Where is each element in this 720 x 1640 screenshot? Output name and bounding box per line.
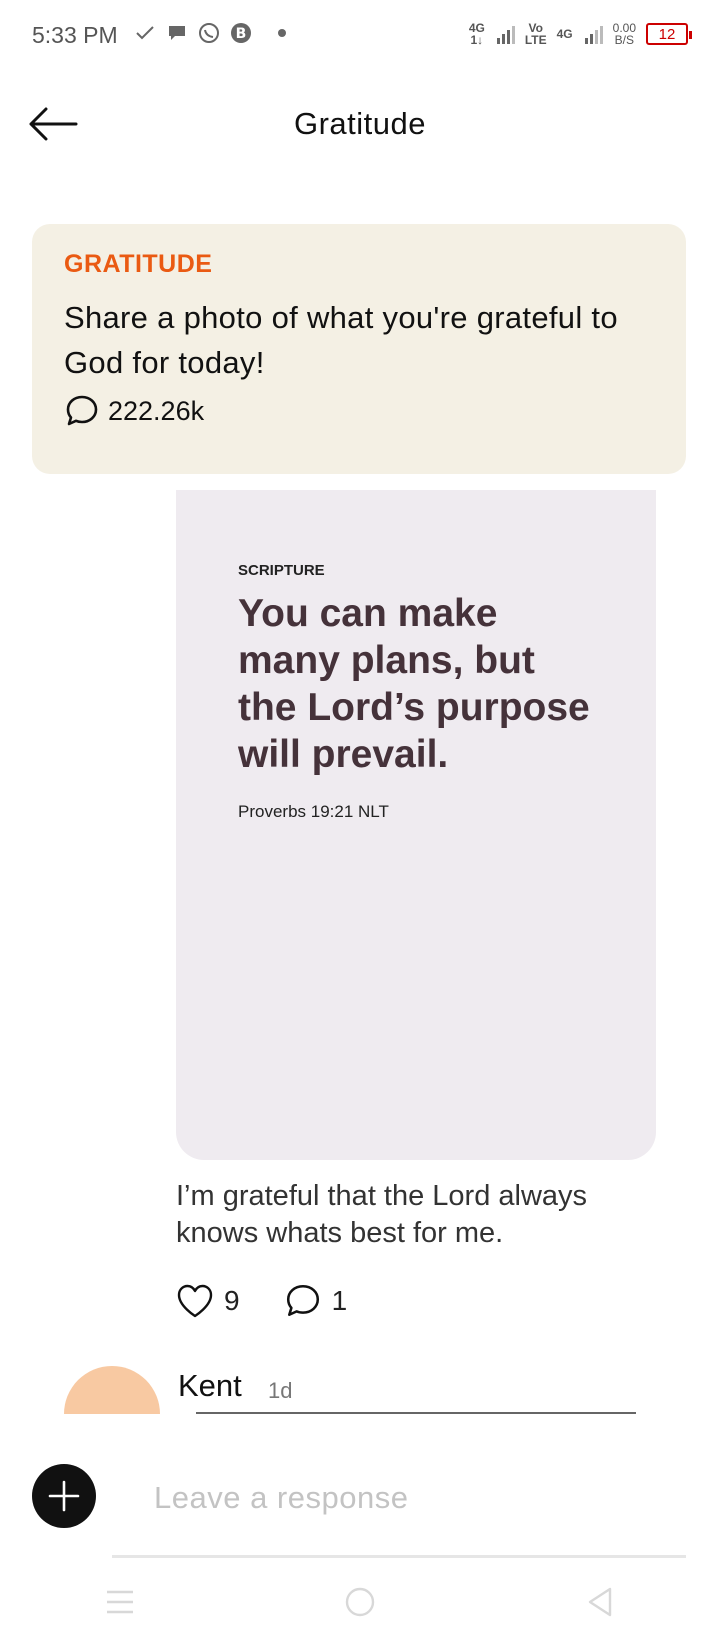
recent-apps-button[interactable] [90, 1582, 150, 1622]
check-icon [134, 22, 156, 44]
next-post-preview[interactable]: K Kent 1d [0, 1366, 720, 1414]
post-actions: 9 1 [176, 1282, 347, 1320]
whatsapp-icon [198, 22, 220, 44]
battery-icon: 12 [646, 23, 692, 45]
volte-indicator: Vo LTE [524, 21, 547, 47]
prompt-response-count: 222.26k [64, 393, 654, 429]
network-speed: 0.00 B/S [612, 21, 636, 47]
comment-icon [66, 395, 98, 426]
prompt-tag: GRATITUDE [64, 250, 213, 278]
response-count: 222.26k [108, 395, 205, 426]
post-caption: I’m grateful that the Lord always knows … [176, 1180, 588, 1249]
chat-bubble-icon [166, 22, 188, 44]
plus-icon [48, 1480, 80, 1512]
post-image[interactable]: SCRIPTURE You can make many plans, but t… [176, 490, 656, 1160]
network-4g-indicator: 4G 1↓ [468, 21, 485, 47]
comment-count: 1 [331, 1285, 348, 1316]
like-button[interactable]: 9 [176, 1283, 240, 1319]
signal-bars-icon [496, 24, 515, 44]
notification-icons: B [134, 22, 286, 44]
signal-bars-icon-2 [584, 24, 603, 44]
author-name[interactable]: Kent [178, 1368, 242, 1404]
scripture-label: SCRIPTURE [238, 562, 325, 579]
home-button[interactable] [330, 1582, 390, 1622]
response-input[interactable] [112, 1470, 686, 1526]
system-nav-bar [0, 1564, 720, 1640]
status-bar: 5:33 PM B 4G 1↓ Vo LTE 4G 0.00 B/S 12 [0, 0, 720, 72]
svg-text:B: B [236, 26, 247, 42]
back-nav-button[interactable] [570, 1582, 630, 1622]
more-notifications-dot-icon [278, 29, 286, 37]
add-media-button[interactable] [32, 1464, 96, 1528]
responses-feed[interactable]: SCRIPTURE You can make many plans, but t… [0, 490, 720, 1414]
response-composer [0, 1414, 720, 1564]
triangle-back-icon [588, 1587, 612, 1617]
b-badge-icon: B [230, 22, 252, 44]
input-underline [112, 1555, 686, 1558]
heart-icon [177, 1284, 213, 1318]
scripture-reference: Proverbs 19:21 NLT [238, 802, 389, 821]
network-4g-indicator-2: 4G [556, 27, 573, 41]
status-time: 5:33 PM [32, 22, 118, 48]
prompt-text: Share a photo of what you're grateful to… [64, 300, 618, 380]
avatar[interactable]: K [64, 1366, 160, 1414]
scripture-quote: You can make many plans, but the Lord’s … [238, 592, 590, 776]
system-status-icons: 4G 1↓ Vo LTE 4G 0.00 B/S 12 [468, 21, 692, 47]
menu-icon [107, 1590, 133, 1614]
like-count: 9 [224, 1285, 240, 1316]
post-age: 1d [268, 1378, 293, 1403]
circle-home-icon [345, 1587, 375, 1617]
app-header: Gratitude [0, 72, 720, 182]
comment-icon [286, 1284, 319, 1316]
comment-button[interactable]: 1 [284, 1282, 348, 1320]
page-title: Gratitude [293, 106, 426, 141]
prompt-card: GRATITUDE Share a photo of what you're g… [32, 224, 686, 474]
